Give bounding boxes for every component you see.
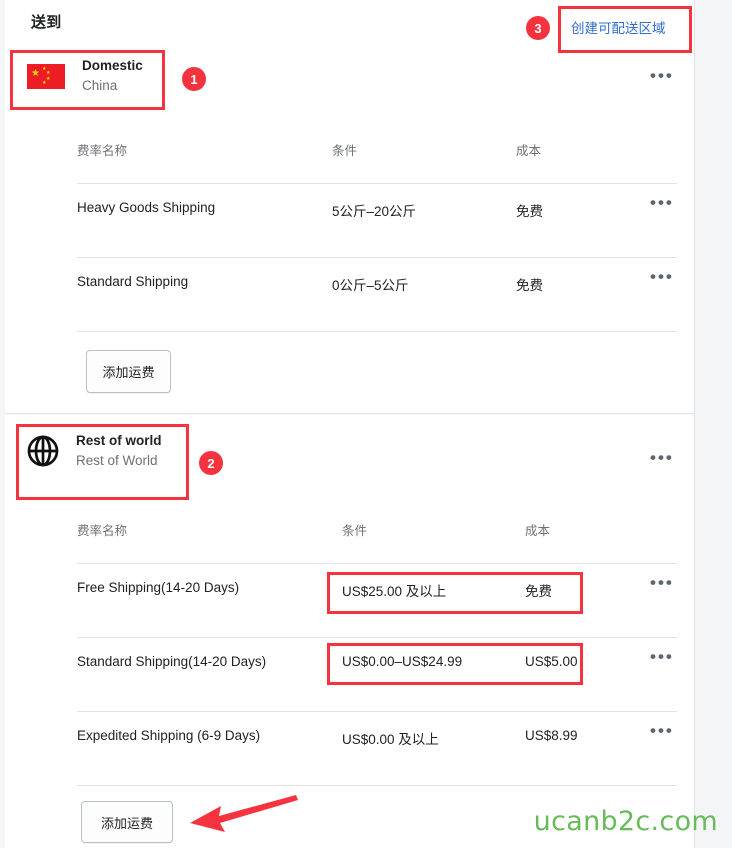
zone-overflow-menu-rest-of-world[interactable]: ••• bbox=[650, 449, 674, 466]
rate-condition: US$0.00 及以上 bbox=[342, 732, 439, 747]
zone-subtitle: Rest of World bbox=[76, 453, 158, 468]
row-overflow-menu[interactable]: ••• bbox=[650, 268, 674, 285]
shipping-settings-page: 送到 创建可配送区域 ★ ★ ★ ★ ★ Domestic China ••• … bbox=[0, 0, 732, 848]
zone-header-rest-of-world[interactable]: Rest of world Rest of World bbox=[26, 431, 162, 471]
rate-cost: 免费 bbox=[516, 278, 543, 293]
zone-text-domestic: Domestic China bbox=[82, 56, 143, 96]
rate-cost: 免费 bbox=[525, 584, 552, 599]
column-header-condition: 条件 bbox=[332, 144, 358, 158]
rate-cost: US$5.00 bbox=[525, 654, 578, 669]
rate-condition: 0公斤–5公斤 bbox=[332, 278, 409, 293]
table-row[interactable]: Standard Shipping 0公斤–5公斤 免费 ••• bbox=[77, 248, 677, 322]
row-overflow-menu[interactable]: ••• bbox=[650, 194, 674, 211]
rate-cost: 免费 bbox=[516, 204, 543, 219]
column-header-name: 费率名称 bbox=[77, 524, 128, 538]
table-row[interactable]: Free Shipping(14-20 Days) US$25.00 及以上 免… bbox=[77, 554, 677, 628]
table-row[interactable]: Standard Shipping(14-20 Days) US$0.00–US… bbox=[77, 628, 677, 702]
zone-overflow-menu-domestic[interactable]: ••• bbox=[650, 67, 674, 84]
rest-of-world-zone-card: Rest of world Rest of World ••• 费率名称 条件 … bbox=[5, 415, 694, 848]
rate-name: Standard Shipping bbox=[77, 274, 189, 289]
rate-name: Standard Shipping(14-20 Days) bbox=[77, 654, 267, 669]
zone-card-divider bbox=[5, 413, 694, 414]
table-divider bbox=[77, 331, 677, 332]
add-rate-button-domestic[interactable]: 添加运费 bbox=[86, 350, 171, 393]
rate-cost: US$8.99 bbox=[525, 728, 578, 743]
zone-text-rest-of-world: Rest of world Rest of World bbox=[76, 431, 162, 471]
zone-name: Domestic bbox=[82, 58, 143, 73]
row-overflow-menu[interactable]: ••• bbox=[650, 722, 674, 739]
rate-condition: US$0.00–US$24.99 bbox=[342, 654, 463, 669]
zone-subtitle: China bbox=[82, 78, 118, 93]
rate-name: Expedited Shipping (6-9 Days) bbox=[77, 728, 261, 743]
rate-condition: 5公斤–20公斤 bbox=[332, 204, 417, 219]
column-header-cost: 成本 bbox=[516, 144, 542, 158]
china-flag-icon: ★ ★ ★ ★ ★ bbox=[26, 62, 66, 90]
rate-condition: US$25.00 及以上 bbox=[342, 584, 447, 599]
rate-name: Heavy Goods Shipping bbox=[77, 200, 216, 215]
create-shipping-zone-link[interactable]: 创建可配送区域 bbox=[571, 17, 666, 37]
add-rate-button-rest-of-world[interactable]: 添加运费 bbox=[81, 801, 173, 843]
globe-icon bbox=[27, 435, 59, 467]
rate-name: Free Shipping(14-20 Days) bbox=[77, 580, 240, 595]
panel-edge-divider bbox=[694, 0, 695, 848]
zone-name: Rest of world bbox=[76, 433, 162, 448]
zone-header-domestic[interactable]: ★ ★ ★ ★ ★ Domestic China bbox=[26, 56, 143, 96]
right-gutter bbox=[694, 0, 732, 848]
table-header-row: 费率名称 条件 成本 bbox=[77, 520, 677, 554]
column-header-cost: 成本 bbox=[525, 524, 551, 538]
column-header-name: 费率名称 bbox=[77, 144, 128, 158]
table-header-row: 费率名称 条件 成本 bbox=[77, 140, 677, 174]
rate-table-domestic: 费率名称 条件 成本 Heavy Goods Shipping 5公斤–20公斤… bbox=[77, 140, 677, 332]
row-overflow-menu[interactable]: ••• bbox=[650, 574, 674, 591]
table-row[interactable]: Expedited Shipping (6-9 Days) US$0.00 及以… bbox=[77, 702, 677, 776]
row-overflow-menu[interactable]: ••• bbox=[650, 648, 674, 665]
page-title: 送到 bbox=[31, 14, 62, 31]
domestic-zone-card: 送到 创建可配送区域 ★ ★ ★ ★ ★ Domestic China ••• … bbox=[5, 0, 694, 414]
table-divider bbox=[77, 785, 677, 786]
column-header-condition: 条件 bbox=[342, 524, 368, 538]
rate-table-rest-of-world: 费率名称 条件 成本 Free Shipping(14-20 Days) US$… bbox=[77, 520, 677, 786]
table-row[interactable]: Heavy Goods Shipping 5公斤–20公斤 免费 ••• bbox=[77, 174, 677, 248]
